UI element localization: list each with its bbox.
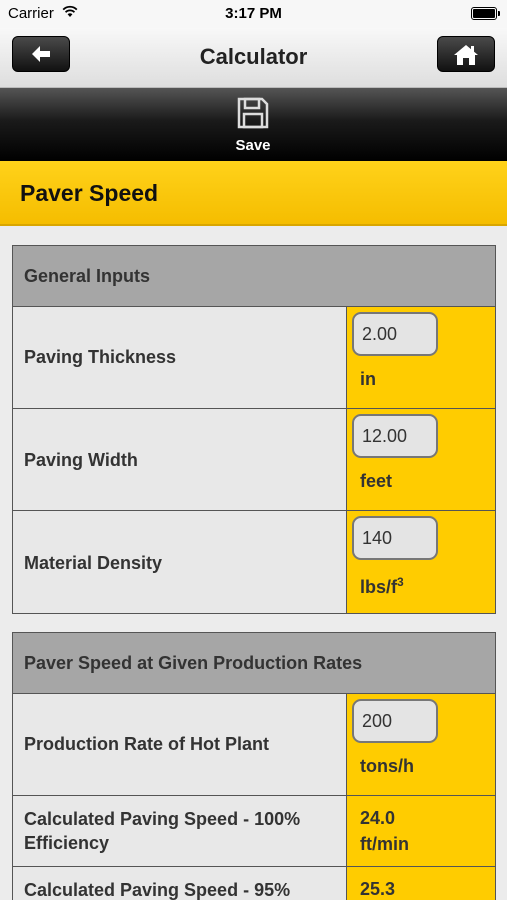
production-rate-input[interactable]: 200 (352, 699, 438, 743)
production-rate-label: Production Rate of Hot Plant (24, 734, 269, 754)
production-rates-panel: Paver Speed at Given Production Rates Pr… (12, 632, 496, 900)
material-density-unit: lbs/f3 (360, 575, 404, 598)
paving-width-row: Paving Width 12.00 feet (13, 409, 495, 511)
save-button[interactable]: Save (213, 96, 293, 156)
production-rates-heading: Paver Speed at Given Production Rates (13, 633, 495, 694)
paving-speed-100-label: Calculated Paving Speed - 100% Efficienc… (24, 809, 301, 853)
material-density-unit-base: lbs/f (360, 577, 398, 597)
paving-speed-100-value: 24.0 (360, 808, 396, 828)
home-button[interactable] (437, 36, 495, 72)
nav-bar: Calculator (0, 28, 507, 88)
paving-speed-100-row: Calculated Paving Speed - 100% Efficienc… (13, 796, 495, 867)
paving-width-label: Paving Width (24, 450, 138, 470)
production-rate-cell: 200 tons/h (346, 694, 495, 795)
floppy-disk-icon (236, 97, 270, 134)
production-rate-unit: tons/h (360, 756, 414, 776)
home-icon (453, 45, 479, 70)
save-label: Save (235, 137, 271, 154)
paving-speed-95-cell: 25.3 (346, 867, 495, 900)
paving-thickness-unit: in (360, 369, 376, 389)
paving-speed-100-unit: ft/min (360, 834, 409, 854)
paving-speed-95-label: Calculated Paving Speed - 95% (24, 880, 291, 900)
paving-speed-100-cell: 24.0 ft/min (346, 796, 495, 866)
battery-icon (471, 7, 500, 20)
section-header: Paver Speed (0, 161, 507, 226)
production-rate-row: Production Rate of Hot Plant 200 tons/h (13, 694, 495, 796)
paving-width-cell: 12.00 feet (346, 409, 495, 510)
material-density-row: Material Density 140 lbs/f3 (13, 511, 495, 613)
material-density-unit-sup: 3 (397, 575, 404, 589)
paving-speed-100-readout: 24.0 ft/min (360, 805, 409, 857)
general-inputs-panel: General Inputs Paving Thickness 2.00 in … (12, 245, 496, 614)
paving-thickness-label: Paving Thickness (24, 347, 177, 367)
paving-thickness-input[interactable]: 2.00 (352, 312, 438, 356)
page-title: Calculator (199, 44, 308, 69)
material-density-label: Material Density (24, 553, 163, 573)
general-inputs-heading: General Inputs (13, 246, 495, 307)
paving-speed-95-row: Calculated Paving Speed - 95% 25.3 (13, 867, 495, 900)
status-time: 3:17 PM (225, 5, 282, 22)
section-title: Paver Speed (20, 180, 159, 206)
material-density-input[interactable]: 140 (352, 516, 438, 560)
paving-thickness-row: Paving Thickness 2.00 in (13, 307, 495, 409)
paving-width-unit: feet (360, 471, 393, 491)
paving-thickness-cell: 2.00 in (346, 307, 495, 408)
paving-speed-95-value: 25.3 (360, 879, 396, 899)
paving-width-input[interactable]: 12.00 (352, 414, 438, 458)
material-density-cell: 140 lbs/f3 (346, 511, 495, 613)
toolbar: Save (0, 88, 507, 161)
status-bar: Carrier 3:17 PM (0, 0, 507, 28)
